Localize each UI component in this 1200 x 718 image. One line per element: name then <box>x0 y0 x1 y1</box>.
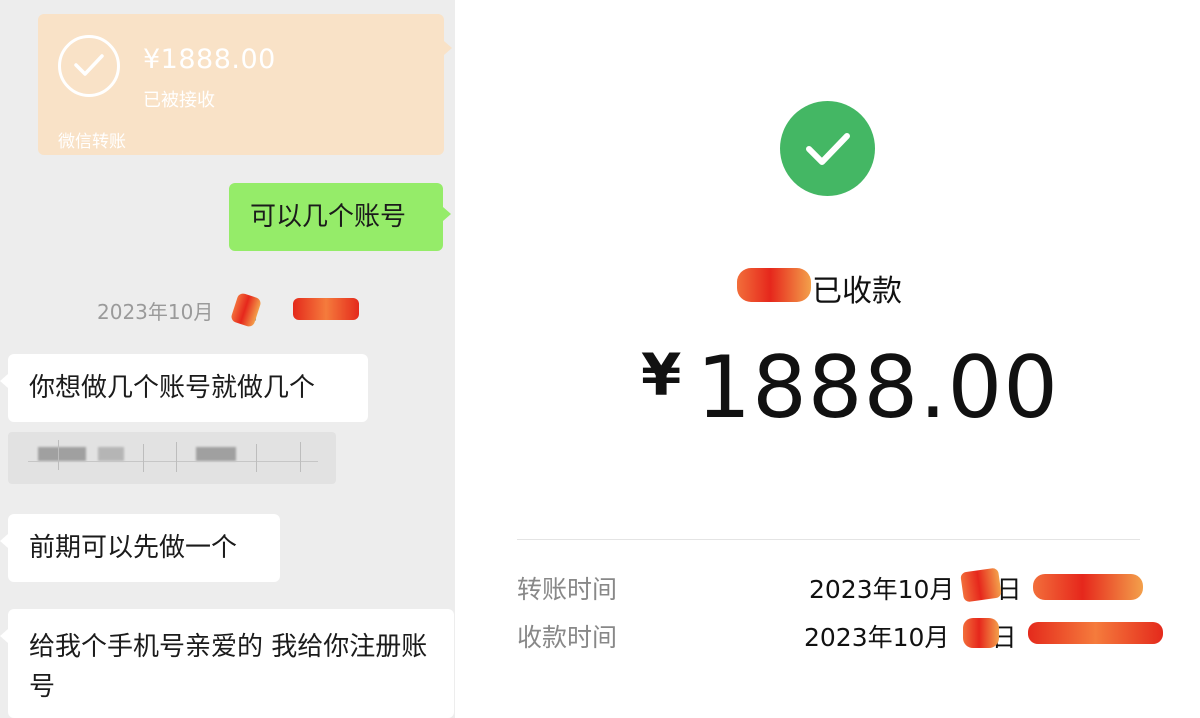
message-text: 你想做几个账号就做几个 <box>29 373 316 403</box>
message-text: 可以几个账号 <box>250 202 407 232</box>
redaction-mark <box>1028 622 1163 644</box>
received-amount: ¥1888.00 <box>641 338 1059 438</box>
check-circle-icon <box>58 35 120 97</box>
transfer-time-label: 转账时间 <box>517 575 618 604</box>
message-bubble-received[interactable]: 你想做几个账号就做几个 <box>0 354 368 422</box>
amount-value: 1888.00 <box>696 338 1059 438</box>
blurred-message <box>8 432 336 484</box>
transfer-footer: 微信转账 <box>58 132 126 152</box>
payment-receipt: 已收款 ¥1888.00 转账时间 2023年10月日 收款时间 2023年10… <box>455 0 1200 718</box>
timestamp-date: 2023年10月 <box>97 300 214 324</box>
redaction-mark <box>963 618 999 648</box>
received-status: 已收款 <box>812 274 902 309</box>
transfer-card[interactable]: ¥1888.00 已被接收 微信转账 <box>38 14 452 155</box>
message-text: 给我个手机号亲爱的 我给你注册账号 <box>29 632 428 702</box>
receive-date: 2023年10月 <box>804 623 950 652</box>
transfer-date: 2023年10月 <box>809 575 955 604</box>
redaction-mark <box>1033 574 1143 600</box>
receive-time-label: 收款时间 <box>517 623 618 652</box>
chat-panel: ¥1888.00 已被接收 微信转账 可以几个账号 2023年10月日 你想做几… <box>0 0 455 718</box>
redaction-mark <box>293 298 359 320</box>
redacted-payer-name <box>737 268 811 302</box>
transfer-amount: ¥1888.00 <box>143 44 276 75</box>
message-bubble-received[interactable]: 给我个手机号亲爱的 我给你注册账号 <box>0 609 454 718</box>
currency-symbol: ¥ <box>641 340 683 409</box>
divider <box>517 539 1140 540</box>
redaction-mark <box>960 567 1002 603</box>
success-check-icon <box>780 101 875 196</box>
message-bubble-sent[interactable]: 可以几个账号 <box>229 183 451 251</box>
message-bubble-received[interactable]: 前期可以先做一个 <box>0 514 280 582</box>
transfer-status: 已被接收 <box>143 90 215 111</box>
message-text: 前期可以先做一个 <box>29 533 238 563</box>
